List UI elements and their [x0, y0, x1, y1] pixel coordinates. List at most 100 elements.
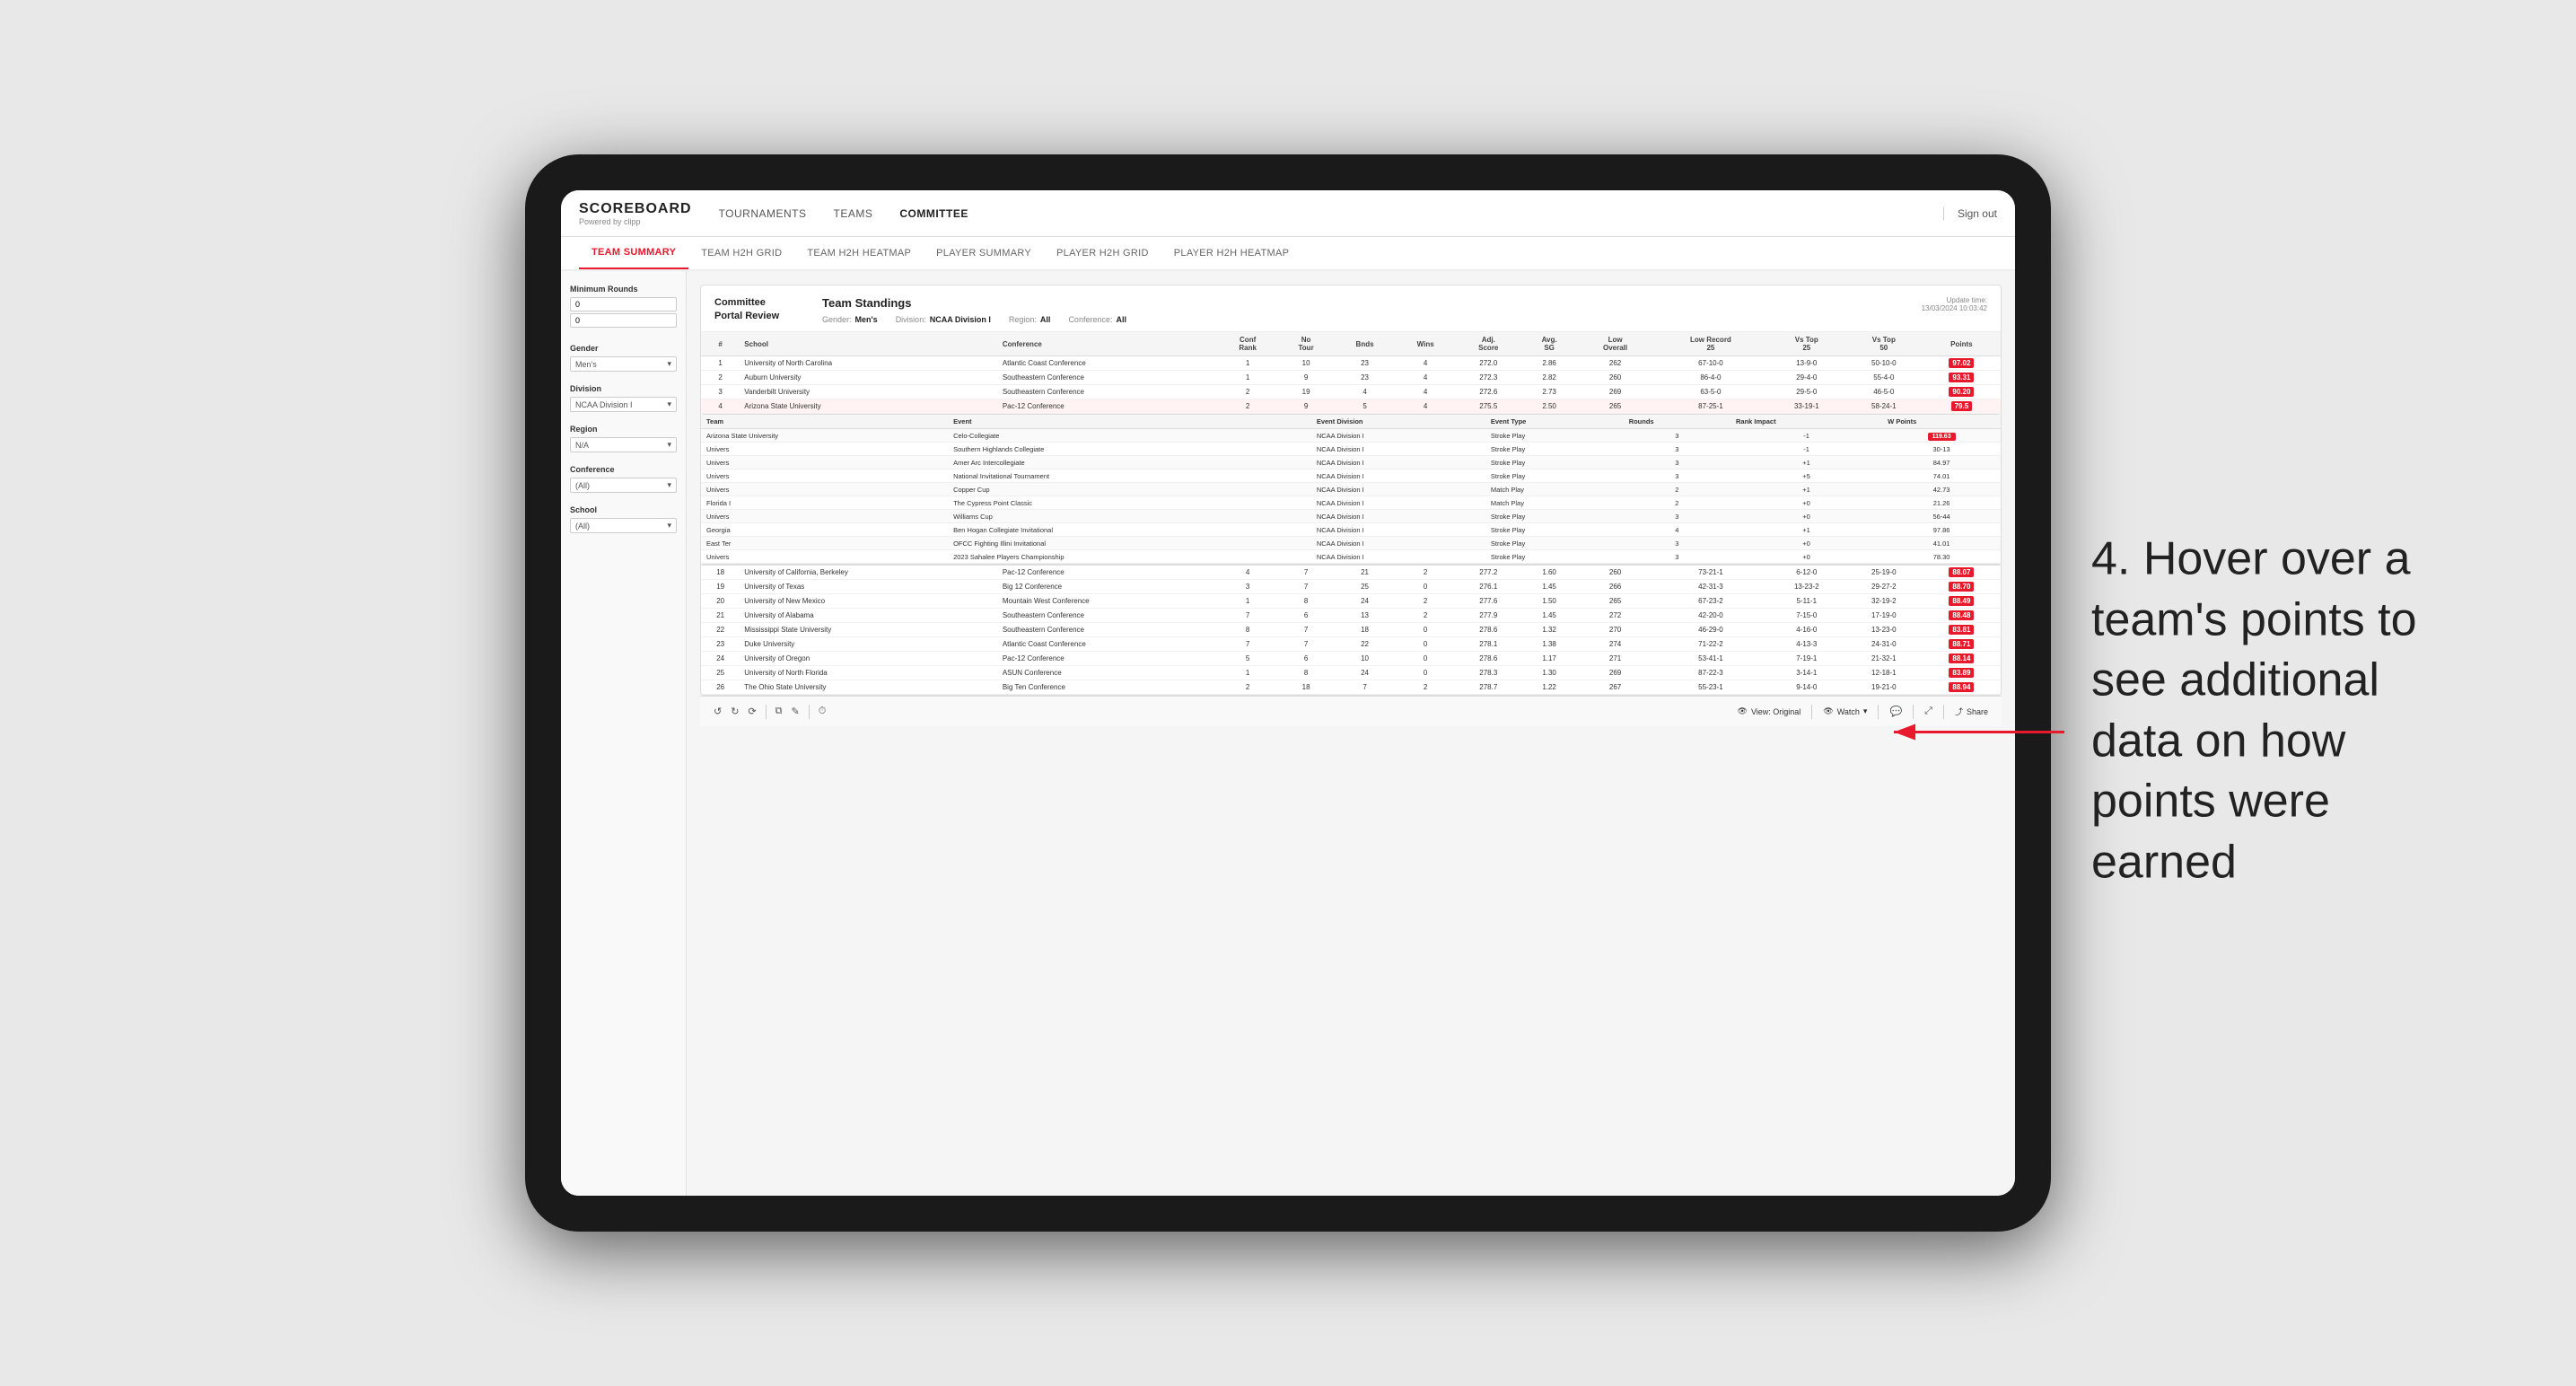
popup-cell-event-div: NCAA Division I: [1311, 456, 1485, 469]
cell-vs-50: 50-10-0: [1845, 356, 1923, 371]
table-row[interactable]: 19 University of Texas Big 12 Conference…: [701, 580, 2001, 594]
subnav-player-h2h-grid[interactable]: PLAYER H2H GRID: [1044, 237, 1161, 269]
popup-cell-rounds: 3: [1624, 443, 1730, 456]
popup-cell-rounds: 3: [1624, 550, 1730, 564]
subnav-team-summary[interactable]: TEAM SUMMARY: [579, 237, 688, 269]
popup-cell-event: Ben Hogan Collegiate Invitational: [948, 523, 1311, 537]
subnav-team-h2h-grid[interactable]: TEAM H2H GRID: [688, 237, 794, 269]
copy-icon[interactable]: ⧉: [775, 706, 783, 717]
popup-data-row: Univers Amer Arc Intercollegiate NCAA Di…: [701, 456, 2001, 469]
filter-region-label: Region:: [1009, 315, 1037, 324]
sidebar-value-gender[interactable]: Men's ▾: [570, 356, 677, 372]
popup-cell-rank-impact: +0: [1730, 510, 1882, 523]
table-row[interactable]: 26 The Ohio State University Big Ten Con…: [701, 680, 2001, 695]
watch-button[interactable]: 👁 Watch ▾: [1823, 706, 1867, 716]
subnav-player-h2h-heatmap[interactable]: PLAYER H2H HEATMAP: [1161, 237, 1301, 269]
th-vs-top-25: Vs Top25: [1768, 332, 1845, 356]
filter-conference-value: All: [1116, 315, 1126, 324]
popup-cell-team: Univers: [701, 443, 948, 456]
sidebar-section-region: Region N/A ▾: [570, 425, 677, 452]
arrow-annotation: [1885, 706, 2064, 764]
sidebar-input-min-rounds[interactable]: [570, 297, 677, 311]
popup-cell-w-points: 42.73: [1882, 483, 2001, 496]
sign-out-button[interactable]: Sign out: [1943, 207, 1997, 220]
popup-th-rounds: Rounds: [1624, 415, 1730, 429]
cell-conference: Pac-12 Conference: [998, 566, 1217, 580]
cell-rank: 18: [701, 566, 740, 580]
cell-avg-sg: 2.86: [1521, 356, 1577, 371]
sidebar-label-gender: Gender: [570, 344, 677, 353]
view-original-button[interactable]: 👁 View: Original: [1738, 706, 1801, 716]
chevron-down-icon: ▾: [667, 440, 671, 450]
redo-icon[interactable]: ↻: [731, 706, 739, 717]
cell-points[interactable]: 97.02: [1923, 356, 2001, 371]
popup-cell-event-type: Stroke Play: [1485, 456, 1624, 469]
table-row[interactable]: 1 University of North Carolina Atlantic …: [701, 356, 2001, 371]
cell-low-overall: 269: [1577, 385, 1653, 399]
cell-vs-50: 55-4-0: [1845, 371, 1923, 385]
table-row[interactable]: 3 Vanderbilt University Southeastern Con…: [701, 385, 2001, 399]
sidebar-input-min-rounds-2[interactable]: [570, 313, 677, 328]
popup-cell-event-div: NCAA Division I: [1311, 483, 1485, 496]
table-row[interactable]: 18 University of California, Berkeley Pa…: [701, 566, 2001, 580]
subnav-player-summary[interactable]: PLAYER SUMMARY: [924, 237, 1044, 269]
table-row[interactable]: 2 Auburn University Southeastern Confere…: [701, 371, 2001, 385]
popup-cell-team: Univers: [701, 483, 948, 496]
view-icon: 👁: [1738, 706, 1748, 716]
sidebar-value-conference[interactable]: (All) ▾: [570, 478, 677, 493]
sidebar-value-region[interactable]: N/A ▾: [570, 437, 677, 452]
cell-rank: 4: [701, 399, 740, 414]
table-row[interactable]: 25 University of North Florida ASUN Conf…: [701, 666, 2001, 680]
cell-avg-sg: 2.73: [1521, 385, 1577, 399]
cell-points[interactable]: 90.20: [1923, 385, 2001, 399]
sidebar-section-min-rounds: Minimum Rounds: [570, 285, 677, 331]
sidebar-value-division[interactable]: NCAA Division I ▾: [570, 397, 677, 412]
portal-header-row: CommitteePortal Review Team Standings Ge…: [701, 285, 2001, 332]
popup-cell-event-type: Stroke Play: [1485, 469, 1624, 483]
nav-teams[interactable]: TEAMS: [834, 204, 873, 224]
popup-cell-event-type: Stroke Play: [1485, 510, 1624, 523]
filter-row: Gender: Men's Division: NCAA Division I: [822, 315, 1922, 324]
popup-data-row: Florida I The Cypress Point Classic NCAA…: [701, 496, 2001, 510]
cell-low-record: 87-25-1: [1653, 399, 1768, 414]
popup-data-row: Univers Williams Cup NCAA Division I Str…: [701, 510, 2001, 523]
cell-adj-score: 272.3: [1455, 371, 1521, 385]
subnav-team-h2h-heatmap[interactable]: TEAM H2H HEATMAP: [794, 237, 924, 269]
portal-title: CommitteePortal Review: [714, 296, 822, 324]
edit-icon[interactable]: ✎: [792, 706, 800, 717]
undo-icon[interactable]: ↺: [714, 706, 722, 717]
table-row[interactable]: 23 Duke University Atlantic Coast Confer…: [701, 637, 2001, 652]
filter-gender-value: Men's: [855, 315, 878, 324]
standings-table: # School Conference ConfRank NoTour Bnds…: [701, 332, 2001, 695]
sidebar-value-school[interactable]: (All) ▾: [570, 518, 677, 533]
table-row[interactable]: 22 Mississippi State University Southeas…: [701, 623, 2001, 637]
main-content-wrapper: CommitteePortal Review Team Standings Ge…: [700, 285, 2002, 726]
chevron-down-icon: ▾: [667, 399, 671, 409]
popup-cell-event-div: NCAA Division I: [1311, 550, 1485, 564]
refresh-icon[interactable]: ⟳: [748, 706, 756, 717]
popup-th-event-division: Event Division: [1311, 415, 1485, 429]
popup-cell-w-points: 78.30: [1882, 550, 2001, 564]
cell-points[interactable]: 79.5: [1923, 399, 2001, 414]
nav-committee[interactable]: COMMITTEE: [899, 204, 968, 224]
cell-school: Vanderbilt University: [740, 385, 998, 399]
popup-data-row: Georgia Ben Hogan Collegiate Invitationa…: [701, 523, 2001, 537]
popup-cell-w-points: 41.01: [1882, 537, 2001, 550]
table-row[interactable]: 21 University of Alabama Southeastern Co…: [701, 609, 2001, 623]
cell-points[interactable]: 93.31: [1923, 371, 2001, 385]
popup-cell-event: Southern Highlands Collegiate: [948, 443, 1311, 456]
cell-bnds: 5: [1334, 399, 1396, 414]
table-row-highlighted[interactable]: 4 Arizona State University Pac-12 Confer…: [701, 399, 2001, 414]
cell-vs-50: 58-24-1: [1845, 399, 1923, 414]
popup-cell-w-points: 30-13: [1882, 443, 2001, 456]
app-logo-sub: Powered by clipp: [579, 217, 692, 226]
cell-low-record: 67-10-0: [1653, 356, 1768, 371]
popup-data-row: Univers National Invitational Tournament…: [701, 469, 2001, 483]
nav-tournaments[interactable]: TOURNAMENTS: [719, 204, 807, 224]
popup-cell-event-type: Match Play: [1485, 496, 1624, 510]
cell-wins: 4: [1396, 371, 1455, 385]
table-row[interactable]: 24 University of Oregon Pac-12 Conferenc…: [701, 652, 2001, 666]
th-no-tour: NoTour: [1278, 332, 1334, 356]
table-row[interactable]: 20 University of New Mexico Mountain Wes…: [701, 594, 2001, 609]
clock-icon[interactable]: ⏱: [819, 706, 827, 717]
